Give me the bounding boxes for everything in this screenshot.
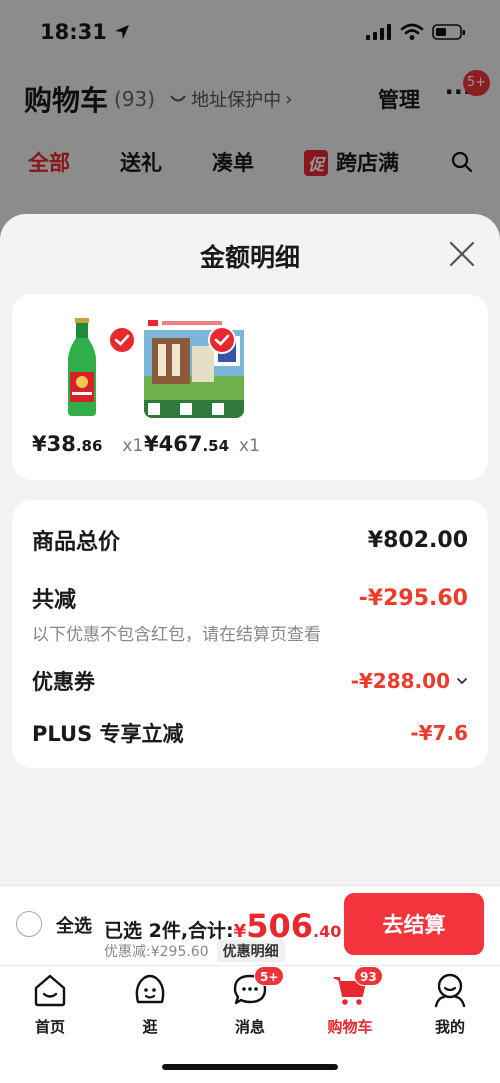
selected-count-text: 已选 2件,合计: <box>104 920 234 942</box>
checkout-button[interactable]: 去结算 <box>344 893 484 955</box>
coupon-label: 优惠券 <box>32 670 95 694</box>
reduce-label: 共减 <box>32 588 77 613</box>
home-indicator <box>162 1064 338 1070</box>
price-summary-card: 商品总价 ¥802.00 共减 -¥295.60 以下优惠不包含红包，请在结算页… <box>12 500 488 768</box>
tab-home-label: 首页 <box>34 1018 65 1036</box>
tab-cart[interactable]: 93 购物车 <box>305 966 395 1037</box>
coupon-row[interactable]: 优惠券 -¥288.00 <box>32 666 468 696</box>
price-main: ¥38 <box>32 432 76 456</box>
selected-summary: 已选 2件,合计: ¥ 506 .40 <box>104 910 341 943</box>
cart-badge: 93 <box>354 966 383 986</box>
messages-badge: 5+ <box>254 966 285 986</box>
selected-check-icon <box>108 326 136 354</box>
message-icon: 5+ <box>232 966 285 1008</box>
profile-icon <box>432 972 468 1008</box>
product-item[interactable]: ¥467 .54 x1 <box>144 316 260 456</box>
total-price-value: ¥802.00 <box>367 527 468 553</box>
product-qty: x1 <box>239 436 260 456</box>
total-currency: ¥ <box>233 921 247 942</box>
total-decimal: .40 <box>312 922 342 941</box>
total-price-label: 商品总价 <box>32 530 121 555</box>
select-all-label[interactable]: 全选 <box>56 912 92 938</box>
browse-face-icon <box>132 972 168 1008</box>
price-decimal: .54 <box>202 437 230 455</box>
total-price-row: 商品总价 ¥802.00 <box>32 524 468 556</box>
product-price: ¥467 .54 x1 <box>144 432 260 456</box>
tab-profile-label: 我的 <box>434 1018 465 1036</box>
price-decimal: .86 <box>75 437 103 455</box>
select-all-radio[interactable] <box>16 911 42 937</box>
coupon-value-group: -¥288.00 <box>351 669 468 693</box>
price-main: ¥467 <box>144 432 203 456</box>
products-card: ¥38 .86 x1 ¥467 .54 x1 <box>12 294 488 480</box>
checkout-bar: 全选 已选 2件,合计: ¥ 506 .40 优惠减:¥295.60 优惠明细 … <box>0 885 500 965</box>
discount-text: 优惠减:¥295.60 <box>104 944 209 960</box>
product-price: ¥38 .86 x1 <box>32 432 143 456</box>
reduce-row: 共减 -¥295.60 <box>32 582 468 614</box>
reduce-note: 以下优惠不包含红包，请在结算页查看 <box>32 625 321 645</box>
product-qty: x1 <box>122 436 144 456</box>
tab-browse-label: 逛 <box>142 1018 158 1036</box>
tab-home[interactable]: 首页 <box>5 972 95 1037</box>
total-main: 506 <box>246 907 313 945</box>
tab-browse[interactable]: 逛 <box>105 972 195 1037</box>
close-icon[interactable] <box>448 240 476 268</box>
plus-label: PLUS 专享立减 <box>32 722 184 746</box>
tab-profile[interactable]: 我的 <box>405 972 495 1037</box>
discount-line: 优惠减:¥295.60 优惠明细 <box>104 940 285 962</box>
plus-value: -¥7.6 <box>410 721 468 745</box>
tab-cart-label: 购物车 <box>327 1018 373 1036</box>
home-icon <box>32 972 68 1008</box>
plus-row: PLUS 专享立减 -¥7.6 <box>32 718 468 748</box>
coupon-value: -¥288.00 <box>350 669 450 693</box>
product-item[interactable]: ¥38 .86 x1 <box>32 316 143 456</box>
tab-messages[interactable]: 5+ 消息 <box>205 966 295 1037</box>
chevron-down-icon[interactable] <box>456 676 468 686</box>
tab-messages-label: 消息 <box>234 1018 265 1036</box>
selected-check-icon <box>208 326 236 354</box>
reduce-value: -¥295.60 <box>358 585 468 611</box>
sheet-title: 金额明细 <box>199 243 300 272</box>
discount-detail-button[interactable]: 优惠明细 <box>216 940 285 962</box>
cart-icon: 93 <box>332 966 383 1008</box>
